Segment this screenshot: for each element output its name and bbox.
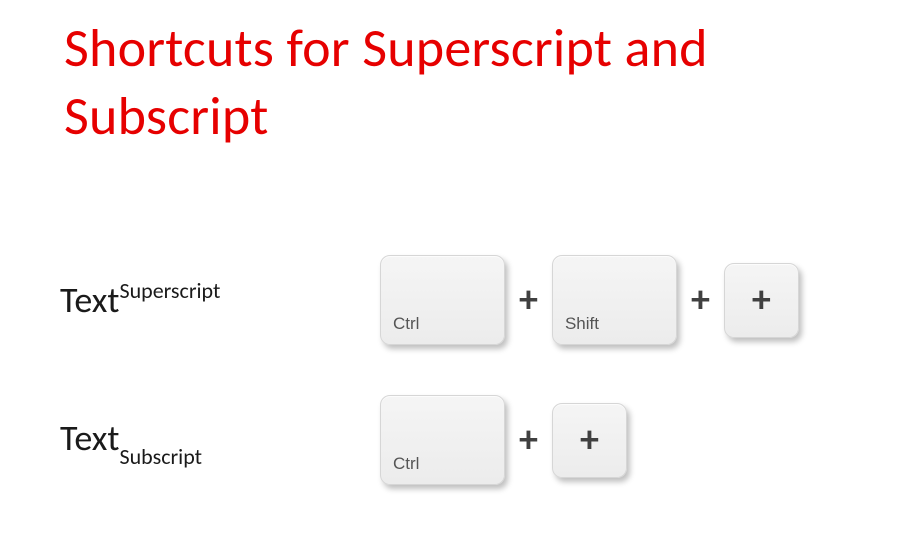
key-glyph-plus: + — [752, 281, 771, 319]
key-glyph-plus: + — [580, 421, 599, 459]
example-superscript-text: Superscript — [119, 277, 220, 304]
key-label-ctrl: Ctrl — [393, 314, 419, 334]
key-label-shift: Shift — [565, 314, 599, 334]
example-base-text: Text — [60, 416, 119, 460]
example-subscript-text: Subscript — [119, 443, 202, 470]
keys-superscript: Ctrl + Shift + + — [380, 255, 799, 345]
example-subscript: TextSubscript — [60, 416, 380, 463]
key-shift: Shift — [552, 255, 677, 345]
row-superscript: TextSuperscript Ctrl + Shift + + — [60, 255, 799, 345]
key-plus: + — [552, 403, 627, 478]
example-base-text: Text — [60, 278, 119, 322]
row-subscript: TextSubscript Ctrl + + — [60, 395, 627, 485]
page-title: Shortcuts for Superscript and Subscript — [64, 15, 901, 150]
plus-icon: + — [515, 417, 542, 463]
plus-icon: + — [687, 277, 714, 323]
key-ctrl: Ctrl — [380, 255, 505, 345]
key-plus: + — [724, 263, 799, 338]
keys-subscript: Ctrl + + — [380, 395, 627, 485]
key-label-ctrl: Ctrl — [393, 454, 419, 474]
key-ctrl: Ctrl — [380, 395, 505, 485]
example-superscript: TextSuperscript — [60, 278, 380, 322]
plus-icon: + — [515, 277, 542, 323]
